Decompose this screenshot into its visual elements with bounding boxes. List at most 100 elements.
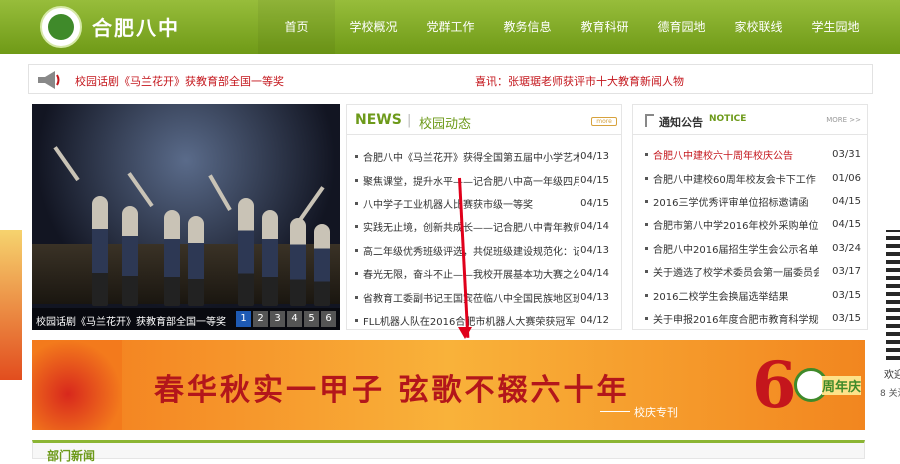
qr-code-icon[interactable] — [886, 230, 900, 360]
bullet-icon — [355, 248, 358, 252]
nav-academic[interactable]: 教务信息 — [489, 0, 566, 54]
news-item-date: 04/13 — [580, 244, 609, 256]
nav-home[interactable]: 首页 — [258, 0, 335, 54]
news-item-title[interactable]: 聚焦课堂，提升水平——记合肥八中高一年级四月... — [363, 173, 579, 188]
nav-moral[interactable]: 德育园地 — [643, 0, 720, 54]
news-item[interactable]: FLL机器人队在2016合肥市机器人大赛荣获冠军 04/12 — [355, 309, 609, 332]
nav-research[interactable]: 教育科研 — [566, 0, 643, 54]
notice-item-title[interactable]: 2016三学优秀评审单位招标邀请函 — [653, 194, 819, 209]
slide-dot[interactable]: 4 — [287, 311, 302, 327]
notice-item-title[interactable]: 合肥八中2016届招生学生会公示名单 — [653, 241, 819, 256]
news-item[interactable]: 春光无限，奋斗不止——我校开展基本功大赛之公... 04/14 — [355, 262, 609, 285]
news-item[interactable]: 高二年级优秀班级评选，共促班级建设规范化：记... 04/13 — [355, 239, 609, 262]
title-separator: | — [407, 113, 412, 128]
ticker-item[interactable]: 校园话剧《马兰花开》获教育部全国一等奖 — [75, 73, 284, 89]
banner-slogan: 春华秋实一甲子 弦歌不辍六十年 — [154, 373, 630, 408]
bullet-icon — [645, 153, 648, 157]
news-item-date: 04/13 — [580, 291, 609, 303]
raised-arm — [127, 172, 154, 208]
qr-code-widget: 欢迎 8 关注 — [878, 230, 900, 400]
news-item[interactable]: 合肥八中《马兰花开》获得全国第五届中小学艺术... 04/13 — [355, 145, 609, 168]
notice-item[interactable]: 关于遴选了校学术委员会第一届委员会 03/17 — [645, 260, 861, 283]
section-title: 部门新闻 — [47, 449, 96, 463]
notice-item-date: 04/15 — [832, 219, 861, 231]
news-item-title[interactable]: 八中学子工业机器人比赛获市级一等奖 — [363, 196, 579, 211]
raised-arm — [298, 186, 325, 222]
notice-item-title[interactable]: 合肥八中建校60周年校友会卡下工作 — [653, 171, 819, 186]
performer-figure — [314, 224, 330, 306]
notice-item[interactable]: 合肥八中建校60周年校友会卡下工作 01/06 — [645, 166, 861, 189]
news-item-date: 04/14 — [580, 221, 609, 233]
school-logo-icon[interactable] — [40, 6, 82, 48]
slide-dot[interactable]: 2 — [253, 311, 268, 327]
notice-item[interactable]: 2016二校学生会换届选举结果 03/15 — [645, 283, 861, 306]
bullet-icon — [645, 316, 648, 320]
news-more-button[interactable]: more — [591, 117, 617, 126]
news-item-title[interactable]: 实践无止境，创新共成长——记合肥八中青年教师三... — [363, 219, 579, 234]
news-item[interactable]: 省教育工委副书记王国宾莅临八中全国民族地区班级... 04/13 — [355, 285, 609, 308]
bullet-icon — [355, 178, 358, 182]
news-item[interactable]: 聚焦课堂，提升水平——记合肥八中高一年级四月... 04/15 — [355, 168, 609, 191]
performer-figure — [164, 210, 180, 306]
notice-panel: 通知公告 NOTICE MORE >> 合肥八中建校六十周年校庆公告 03/31 … — [632, 104, 868, 330]
ticker-item[interactable]: 喜讯：张琚琚老师获评市十大教育新闻人物 — [475, 73, 684, 89]
nav-home-school[interactable]: 家校联线 — [720, 0, 797, 54]
bullet-icon — [355, 295, 358, 299]
nav-students[interactable]: 学生园地 — [797, 0, 874, 54]
bullet-icon — [645, 199, 648, 203]
news-item[interactable]: 实践无止境，创新共成长——记合肥八中青年教师三... 04/14 — [355, 215, 609, 238]
divider — [600, 411, 630, 412]
news-title: 校园动态 — [419, 117, 472, 132]
notice-item-title[interactable]: 关于申报2016年度合肥市教育科学规划 — [653, 311, 819, 326]
announcement-ticker: 校园话剧《马兰花开》获教育部全国一等奖 喜讯：张琚琚老师获评市十大教育新闻人物 — [28, 64, 873, 94]
main-nav: 首页 学校概况 党群工作 教务信息 教育科研 德育园地 家校联线 学生园地 — [258, 0, 874, 54]
anniversary-banner[interactable]: 春华秋实一甲子 弦歌不辍六十年 校庆专刊 6 周年庆 — [32, 340, 865, 430]
performer-figure — [122, 206, 138, 306]
news-item-title[interactable]: 春光无限，奋斗不止——我校开展基本功大赛之公... — [363, 266, 579, 281]
slide-dot[interactable]: 5 — [304, 311, 319, 327]
notice-item-date: 01/06 — [832, 172, 861, 184]
notice-item-title[interactable]: 合肥市第八中学2016年校外采购单位 — [653, 217, 819, 232]
slide-dot[interactable]: 1 — [236, 311, 251, 327]
bullet-icon — [355, 155, 358, 159]
slide-dot[interactable]: 3 — [270, 311, 285, 327]
bullet-icon — [645, 176, 648, 180]
slide-dot[interactable]: 6 — [321, 311, 336, 327]
nav-party[interactable]: 党群工作 — [412, 0, 489, 54]
news-item-title[interactable]: 省教育工委副书记王国宾莅临八中全国民族地区班级... — [363, 290, 579, 305]
bullet-icon — [645, 270, 648, 274]
notice-item[interactable]: 合肥市第八中学2016年校外采购单位 04/15 — [645, 213, 861, 236]
bullet-icon — [355, 272, 358, 276]
nav-about[interactable]: 学校概况 — [335, 0, 412, 54]
news-item[interactable]: 八中学子工业机器人比赛获市级一等奖 04/15 — [355, 192, 609, 215]
news-item-title[interactable]: 高二年级优秀班级评选，共促班级建设规范化：记... — [363, 243, 579, 258]
notice-more-link[interactable]: MORE >> — [826, 116, 861, 124]
news-item-date: 04/14 — [580, 268, 609, 280]
bullet-icon — [645, 246, 648, 250]
notice-item-title[interactable]: 2016二校学生会换届选举结果 — [653, 288, 819, 303]
performer-figure — [262, 210, 278, 306]
notice-item-title[interactable]: 关于遴选了校学术委员会第一届委员会 — [653, 264, 819, 279]
notice-item[interactable]: 关于申报2016年度合肥市教育科学规划 03/15 — [645, 307, 861, 330]
qr-welcome-text: 欢迎 — [884, 370, 900, 381]
flower-decoration — [32, 340, 122, 430]
bullet-icon — [355, 318, 358, 322]
news-item-title[interactable]: 合肥八中《马兰花开》获得全国第五届中小学艺术... — [363, 149, 579, 164]
news-item-title[interactable]: FLL机器人队在2016合肥市机器人大赛荣获冠军 — [363, 313, 579, 328]
notice-item-title[interactable]: 合肥八中建校六十周年校庆公告 — [653, 147, 819, 162]
notice-item[interactable]: 2016三学优秀评审单位招标邀请函 04/15 — [645, 190, 861, 213]
corner-bracket-icon — [645, 114, 654, 127]
notice-list: 合肥八中建校六十周年校庆公告 03/31 合肥八中建校60周年校友会卡下工作 01/… — [645, 143, 861, 330]
news-item-date: 04/15 — [580, 174, 609, 186]
notice-item[interactable]: 合肥八中2016届招生学生会公示名单 03/24 — [645, 237, 861, 260]
notice-item-date: 04/15 — [832, 195, 861, 207]
performer-figure — [188, 216, 204, 306]
slide-caption[interactable]: 校园话剧《马兰花开》获教育部全国一等奖 — [36, 313, 226, 328]
news-header: NEWS | 校园动态 more — [347, 105, 621, 135]
site-name: 合肥八中 — [92, 16, 180, 40]
photo-slideshow[interactable]: 校园话剧《马兰花开》获教育部全国一等奖 1 2 3 4 5 6 — [32, 104, 340, 330]
raised-arm — [208, 174, 232, 211]
notice-item[interactable]: 合肥八中建校六十周年校庆公告 03/31 — [645, 143, 861, 166]
notice-item-date: 03/15 — [832, 289, 861, 301]
performer-figure — [290, 218, 306, 306]
